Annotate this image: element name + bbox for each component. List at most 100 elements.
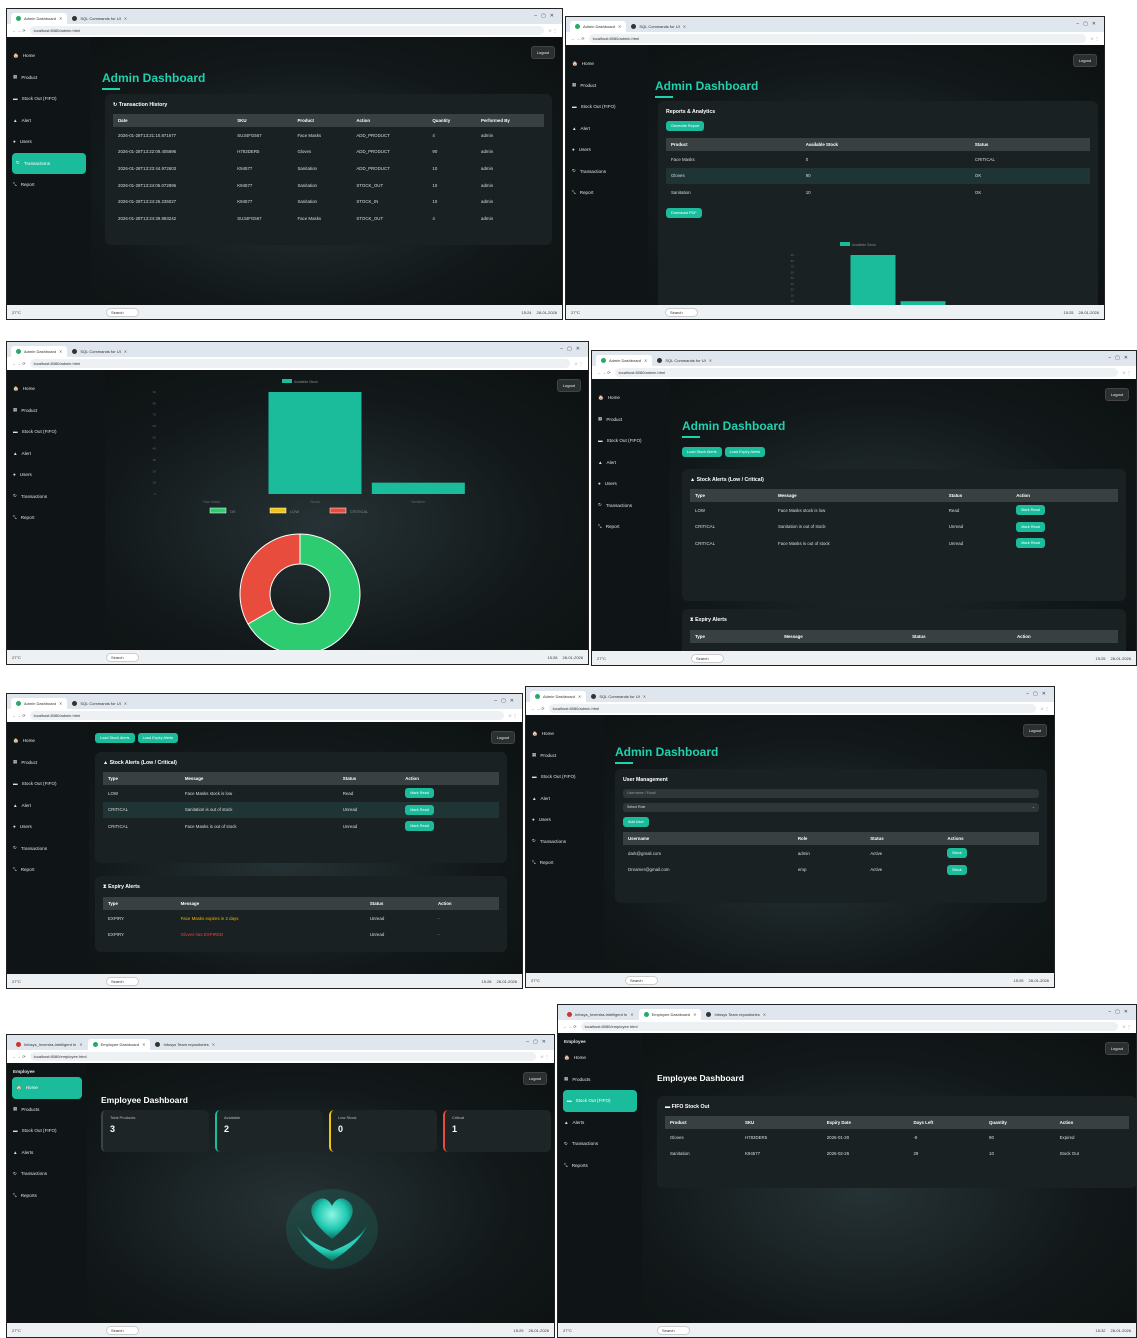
- browser-tab[interactable]: Admin Dashboard ✕: [596, 355, 653, 366]
- browser-tab[interactable]: SQL Commands for UI ✕: [67, 346, 132, 357]
- address-bar[interactable]: localhost:8080/admin.html: [588, 34, 1087, 43]
- nav-alerts[interactable]: ▲ Alerts: [558, 1112, 642, 1134]
- generate-report-button[interactable]: Generate Report: [666, 121, 705, 131]
- username-input[interactable]: Username / Email: [623, 789, 1039, 798]
- logout-button[interactable]: Logout: [522, 1072, 547, 1085]
- nav-stock-out[interactable]: ▬ Stock Out (FIFO): [7, 773, 89, 795]
- nav-report[interactable]: ⤡ Report: [566, 182, 648, 204]
- nav-users[interactable]: ● Users: [592, 473, 670, 495]
- nav-stock-out[interactable]: ▬ Stock Out (FIFO): [7, 421, 105, 443]
- block-button[interactable]: Block: [947, 848, 967, 859]
- address-bar[interactable]: localhost:8080/admin.html: [29, 359, 571, 368]
- nav-users[interactable]: ● Users: [526, 809, 604, 831]
- browser-tab[interactable]: SQL Commands for UI ✕: [626, 21, 691, 32]
- nav-transactions[interactable]: ↻ Transactions: [592, 495, 670, 517]
- nav-home[interactable]: 🏠 Home: [592, 387, 670, 409]
- address-bar[interactable]: localhost:8080/employee.html: [29, 1052, 537, 1061]
- nav-product[interactable]: ▦ Product: [566, 75, 648, 97]
- browser-tab[interactable]: Admin Dashboard ✕: [11, 346, 68, 357]
- nav-reports[interactable]: ⤡ Reports: [7, 1185, 87, 1207]
- download-pdf-button[interactable]: Download PDF: [666, 207, 702, 218]
- nav-products[interactable]: ▦ Products: [7, 1099, 87, 1121]
- logout-button[interactable]: Logout: [1104, 388, 1129, 401]
- nav-alerts[interactable]: ▲ Alerts: [7, 1142, 87, 1164]
- nav-home[interactable]: 🏠 Home: [566, 53, 648, 75]
- nav-home[interactable]: 🏠 Home: [7, 45, 91, 67]
- nav-product[interactable]: ▦ Product: [526, 745, 604, 767]
- nav-report[interactable]: ⤡ Report: [7, 507, 105, 529]
- nav-alert[interactable]: ▲ Alert: [592, 452, 670, 474]
- nav-product[interactable]: ▦ Product: [592, 409, 670, 431]
- nav-users[interactable]: ● Users: [7, 131, 91, 153]
- browser-tab[interactable]: Admin Dashboard ✕: [570, 21, 627, 32]
- mark-read-button[interactable]: Mark Read: [405, 788, 434, 799]
- nav-stock-out[interactable]: ▬ Stock Out (FIFO): [526, 766, 604, 788]
- nav-users[interactable]: ● Users: [7, 816, 89, 838]
- mark-read-button[interactable]: Mark Read: [405, 821, 434, 832]
- nav-products[interactable]: ▦ Products: [558, 1069, 642, 1091]
- browser-tab[interactable]: Admin Dashboard ✕: [11, 698, 68, 709]
- mark-read-button[interactable]: Mark Read: [1016, 505, 1045, 516]
- browser-tab[interactable]: Employee Dashboard ✕: [87, 1039, 151, 1050]
- browser-tab[interactable]: Admin Dashboard ✕: [530, 691, 587, 702]
- nav-transactions[interactable]: ↻ Transactions: [566, 161, 648, 183]
- nav-stock-out[interactable]: ▬ Stock Out (FIFO): [566, 96, 648, 118]
- nav-product[interactable]: ▦ Product: [7, 752, 89, 774]
- add-user-button[interactable]: Add User: [623, 817, 649, 827]
- nav-transactions[interactable]: ↻ Transactions: [7, 838, 89, 860]
- address-bar[interactable]: localhost:8080/admin.html: [29, 26, 545, 35]
- nav-report[interactable]: ⤡ Report: [526, 852, 604, 874]
- nav-users[interactable]: ● Users: [7, 464, 105, 486]
- address-bar[interactable]: localhost:8080/admin.html: [614, 368, 1119, 377]
- browser-tab[interactable]: SQL Commands for UI ✕: [586, 691, 651, 702]
- browser-tab[interactable]: Infosys Team repositories ✕: [701, 1009, 771, 1020]
- address-bar[interactable]: localhost:8080/employee.html: [580, 1022, 1119, 1031]
- nav-stock-out[interactable]: ▬ Stock Out (FIFO): [7, 1120, 87, 1142]
- nav-transactions[interactable]: ↻ Transactions: [558, 1133, 642, 1155]
- nav-transactions[interactable]: ↻ Transactions: [7, 486, 105, 508]
- browser-tab[interactable]: SQL Commands for UI ✕: [67, 698, 132, 709]
- nav-home[interactable]: 🏠 Home: [7, 730, 89, 752]
- nav-alert[interactable]: ▲ Alert: [526, 788, 604, 810]
- nav-home[interactable]: 🏠 Home: [7, 378, 105, 400]
- logout-button[interactable]: Logout: [1022, 724, 1047, 737]
- nav-alert[interactable]: ▲ Alert: [7, 443, 105, 465]
- nav-home[interactable]: 🏠 Home: [526, 723, 604, 745]
- mark-read-button[interactable]: Mark Read: [1016, 521, 1045, 532]
- nav-alert[interactable]: ▲ Alert: [7, 110, 91, 132]
- nav-transactions[interactable]: ↻ Transactions: [7, 1163, 87, 1185]
- nav-report[interactable]: ⤡ Report: [592, 516, 670, 538]
- nav-report[interactable]: ⤡ Report: [7, 859, 89, 881]
- browser-tab[interactable]: Admin Dashboard ✕: [11, 13, 68, 24]
- browser-tab[interactable]: Infosys Team repositories ✕: [150, 1039, 220, 1050]
- load-expiry-alerts-button[interactable]: Load Expiry Alerts: [137, 733, 179, 743]
- address-bar[interactable]: localhost:8080/admin.html: [29, 711, 505, 720]
- load-stock-alerts-button[interactable]: Load Stock Alerts: [95, 733, 135, 743]
- browser-tab[interactable]: Infosys_Inventra-Intelligent In ✕: [562, 1009, 639, 1020]
- browser-tab[interactable]: SQL Commands for UI ✕: [652, 355, 717, 366]
- nav-alert[interactable]: ▲ Alert: [566, 118, 648, 140]
- browser-tab[interactable]: Infosys_Inventra-Intelligent In ✕: [11, 1039, 88, 1050]
- browser-tab[interactable]: Employee Dashboard ✕: [638, 1009, 702, 1020]
- browser-tab[interactable]: SQL Commands for UI ✕: [67, 13, 132, 24]
- logout-button[interactable]: Logout: [530, 46, 555, 59]
- logout-button[interactable]: Logout: [1072, 54, 1097, 67]
- nav-alert[interactable]: ▲ Alert: [7, 795, 89, 817]
- nav-transactions[interactable]: ↻ Transactions: [526, 831, 604, 853]
- load-stock-alerts-button[interactable]: Load Stock Alerts: [682, 447, 722, 457]
- nav-reports[interactable]: ⤡ Reports: [558, 1155, 642, 1177]
- role-select[interactable]: Select Role ⌄: [623, 803, 1039, 812]
- mark-read-button[interactable]: Mark Read: [405, 804, 434, 815]
- address-bar[interactable]: localhost:8080/admin.html: [548, 704, 1037, 713]
- nav-transactions[interactable]: ↻ Transactions: [12, 152, 86, 174]
- nav-report[interactable]: ⤡ Report: [7, 174, 91, 196]
- nav-stock-out[interactable]: ▬ Stock Out (FIFO): [7, 88, 91, 110]
- nav-home[interactable]: 🏠 Home: [558, 1047, 642, 1069]
- block-button[interactable]: Block: [947, 864, 967, 875]
- nav-home[interactable]: 🏠 Home: [12, 1077, 82, 1099]
- logout-button[interactable]: Logout: [556, 379, 581, 392]
- nav-stock-out[interactable]: ▬ Stock Out (FIFO): [563, 1090, 637, 1112]
- logout-button[interactable]: Logout: [490, 731, 515, 744]
- nav-users[interactable]: ● Users: [566, 139, 648, 161]
- nav-product[interactable]: ▦ Product: [7, 400, 105, 422]
